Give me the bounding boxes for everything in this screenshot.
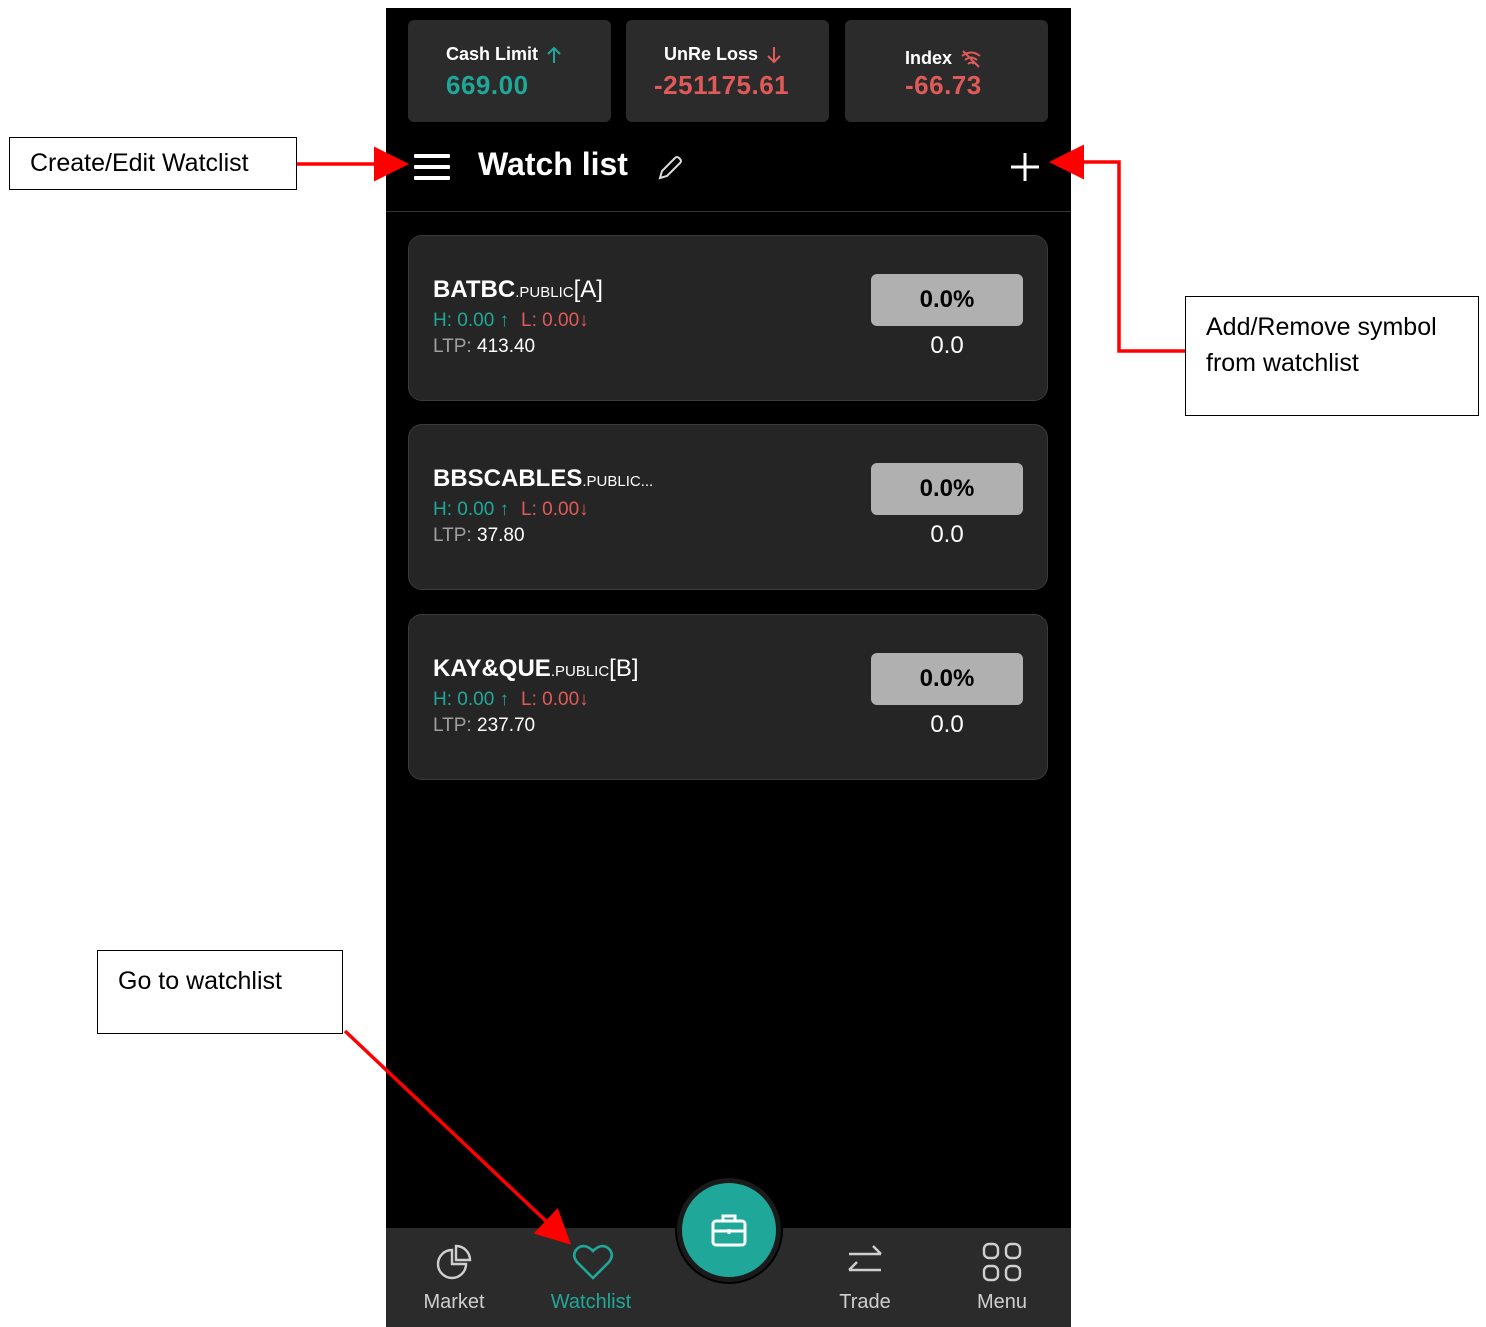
symbol-suffix: .PUBLIC... (582, 473, 654, 490)
cash-limit-card[interactable]: Cash Limit 669.00 (408, 20, 611, 122)
symbol-name: KAY&QUE (433, 655, 551, 682)
high-value: H: 0.00 (433, 499, 495, 520)
wifi-off-icon (961, 49, 981, 68)
ltp-label: LTP: (433, 336, 472, 357)
percent-change-badge: 0.0% (871, 463, 1023, 515)
arrow-down-icon: ↓ (579, 310, 589, 331)
nav-label: Trade (839, 1291, 891, 1313)
pie-chart-icon (436, 1244, 472, 1280)
cash-limit-value: 669.00 (446, 70, 529, 100)
ltp-value: 237.70 (477, 715, 536, 736)
low-value: L: 0.00 (521, 689, 580, 710)
percent-change-badge: 0.0% (871, 653, 1023, 705)
percent-change-badge: 0.0% (871, 274, 1023, 326)
nav-item-market[interactable]: Market (394, 1228, 514, 1327)
unrealized-loss-value: -251175.61 (654, 70, 790, 100)
low-value: L: 0.00 (521, 310, 580, 331)
cash-limit-label: Cash Limit (446, 44, 539, 64)
symbol-category: [B] (609, 655, 639, 682)
annotation-go-to-watchlist: Go to watchlist (97, 950, 343, 1034)
plus-icon[interactable] (1008, 150, 1042, 184)
arrow-up-icon: ↑ (494, 689, 510, 710)
page-title: Watch list (478, 146, 628, 182)
high-value: H: 0.00 (433, 689, 495, 710)
annotation-add-remove: Add/Remove symbol from watchlist (1185, 296, 1479, 416)
portfolio-fab-button[interactable] (677, 1178, 781, 1282)
nav-label: Market (423, 1291, 485, 1313)
symbol-suffix: .PUBLIC (515, 284, 574, 301)
arrow-up-icon (547, 46, 561, 63)
arrow-down-icon: ↓ (579, 689, 589, 710)
arrow-up-icon: ↑ (494, 499, 510, 520)
unrealized-loss-card[interactable]: UnRe Loss -251175.61 (626, 20, 829, 122)
nav-label: Watchlist (550, 1291, 632, 1313)
annotation-create-edit: Create/Edit Watclist (9, 137, 297, 190)
hamburger-menu-icon[interactable] (414, 154, 450, 182)
low-value: L: 0.00 (521, 499, 580, 520)
phone-screen: Cash Limit 669.00 UnRe Loss -251175.61 I… (386, 8, 1071, 1327)
index-value: -66.73 (905, 70, 982, 100)
nav-label: Menu (976, 1291, 1028, 1313)
pencil-icon[interactable] (656, 154, 684, 182)
arrow-to-plus (1049, 144, 1185, 353)
heart-icon (572, 1244, 614, 1280)
unrealized-loss-label: UnRe Loss (664, 44, 759, 64)
watchlist-item[interactable]: KAY&QUE.PUBLIC[B] H: 0.00 ↑ L: 0.00↓ LTP… (408, 614, 1048, 780)
ltp-label: LTP: (433, 715, 472, 736)
ltp-value: 413.40 (477, 336, 536, 357)
annotation-add-remove-line1: Add/Remove symbol (1206, 313, 1437, 341)
annotation-add-remove-line2: from watchlist (1206, 349, 1359, 377)
symbol-name: BATBC (433, 276, 516, 303)
nav-item-trade[interactable]: Trade (805, 1228, 925, 1327)
change-value: 0.0 (930, 332, 964, 359)
index-card[interactable]: Index -66.73 (845, 20, 1048, 122)
nav-item-watchlist[interactable]: Watchlist (531, 1228, 651, 1327)
change-value: 0.0 (930, 711, 964, 738)
watchlist-header: Watch list (386, 128, 1071, 212)
change-value: 0.0 (930, 521, 964, 548)
symbol-name: BBSCABLES (433, 465, 583, 492)
transfer-icon (848, 1245, 882, 1272)
symbol-category: [A] (573, 276, 603, 303)
arrow-down-icon (767, 46, 781, 63)
ltp-value: 37.80 (477, 525, 525, 546)
high-value: H: 0.00 (433, 310, 495, 331)
briefcase-icon (711, 1214, 747, 1247)
symbol-suffix: .PUBLIC (550, 663, 610, 680)
watchlist-item[interactable]: BATBC.PUBLIC[A] H: 0.00 ↑ L: 0.00↓ LTP: … (408, 235, 1048, 401)
watchlist-item[interactable]: BBSCABLES.PUBLIC... H: 0.00 ↑ L: 0.00↓ L… (408, 424, 1048, 590)
ltp-label: LTP: (433, 525, 472, 546)
nav-item-menu[interactable]: Menu (942, 1228, 1062, 1327)
index-label: Index (905, 48, 953, 68)
arrow-up-icon: ↑ (494, 310, 510, 331)
grid-icon (982, 1242, 1022, 1282)
arrow-down-icon: ↓ (579, 499, 589, 520)
